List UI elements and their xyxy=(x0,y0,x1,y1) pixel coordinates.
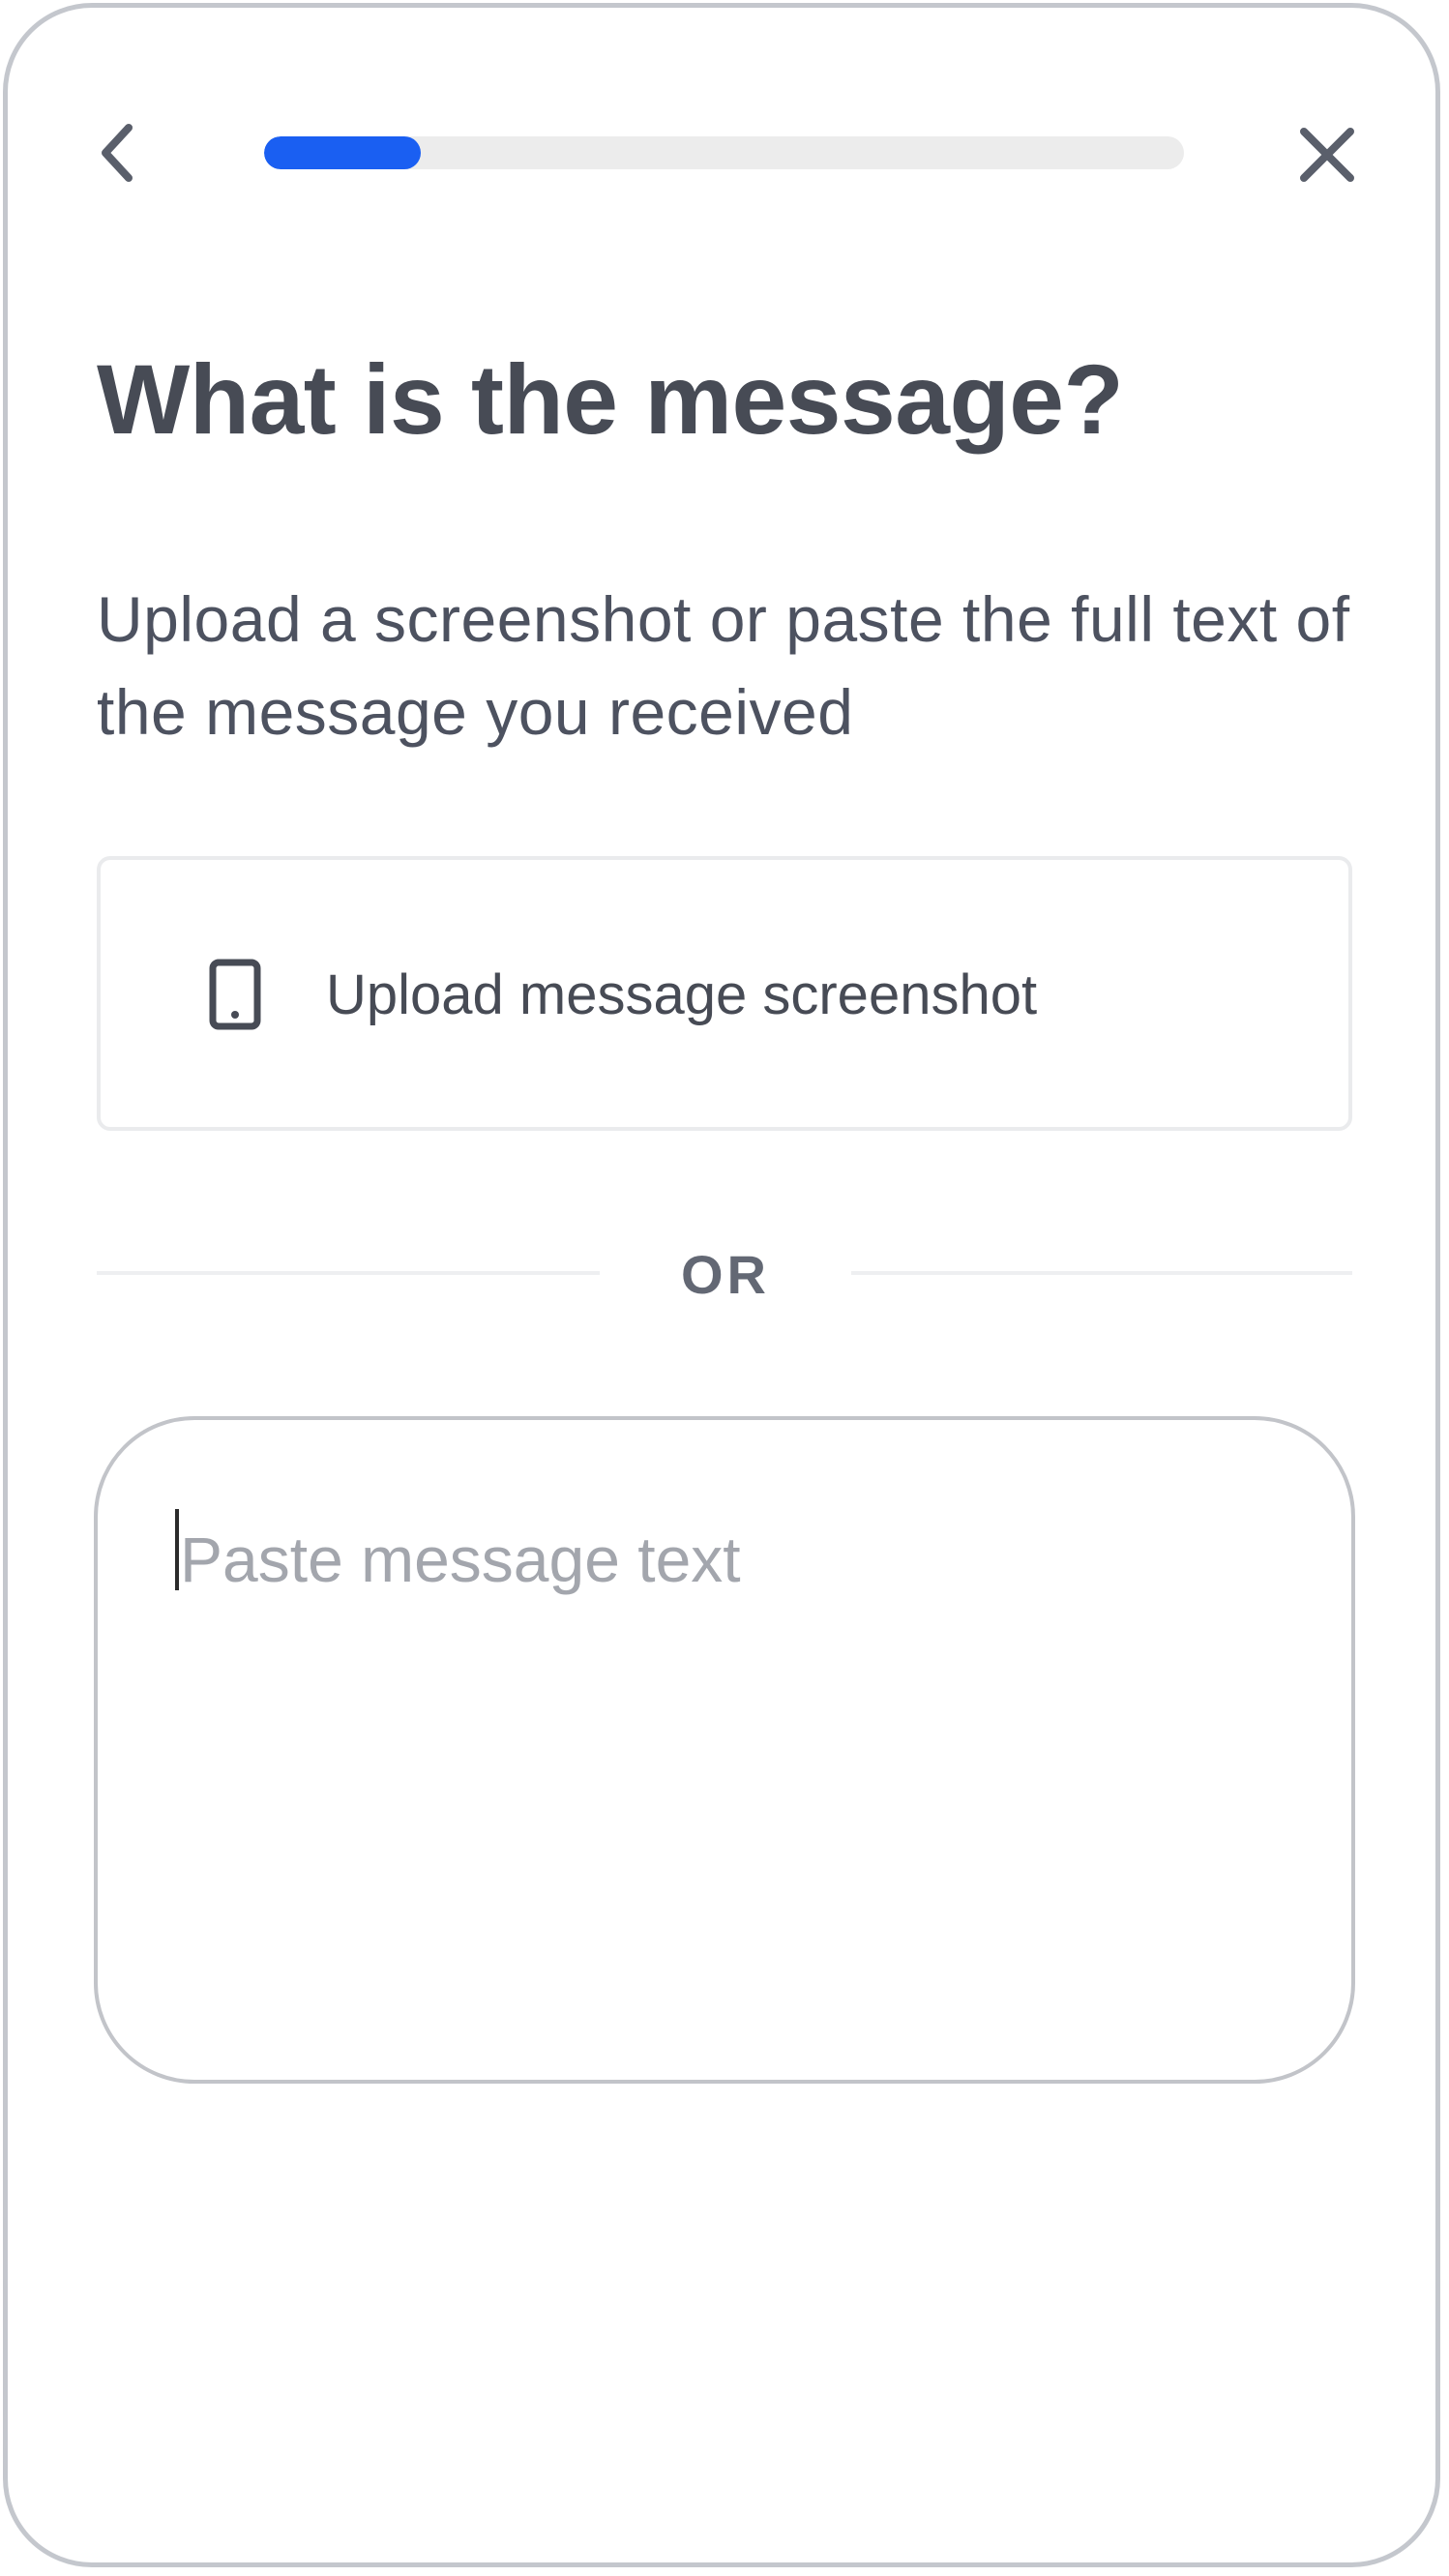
divider-line-right xyxy=(851,1271,1352,1275)
phone-icon xyxy=(209,959,261,1030)
upload-screenshot-button[interactable]: Upload message screenshot xyxy=(97,856,1352,1131)
message-text-input[interactable] xyxy=(94,1416,1355,2084)
divider-line-left xyxy=(97,1271,600,1275)
page-title: What is the message? xyxy=(97,344,1124,455)
text-cursor xyxy=(175,1509,179,1590)
or-divider-label: OR xyxy=(681,1244,770,1305)
chevron-left-icon xyxy=(102,124,133,182)
upload-screenshot-label: Upload message screenshot xyxy=(326,963,1038,1026)
back-button[interactable] xyxy=(89,118,145,188)
close-button[interactable] xyxy=(1294,122,1360,188)
close-icon xyxy=(1300,128,1354,182)
page-subtitle: Upload a screenshot or paste the full te… xyxy=(97,583,1350,748)
progress-bar xyxy=(264,136,1184,169)
progress-fill xyxy=(264,136,421,169)
